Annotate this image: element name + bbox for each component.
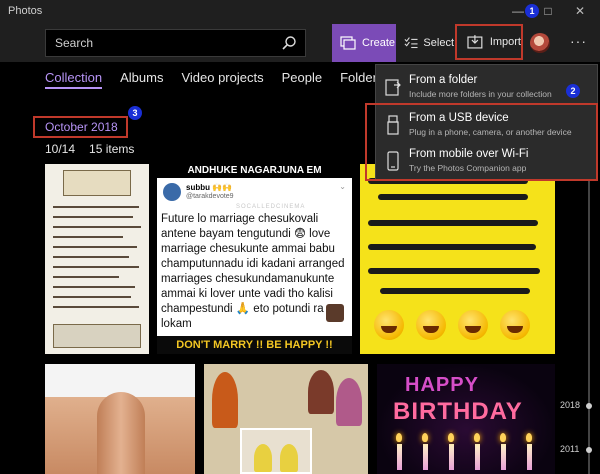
- annotation-badge-1: 1: [525, 4, 539, 18]
- group-date-short: 10/14: [45, 142, 76, 156]
- select-checklist-icon: [404, 37, 418, 49]
- create-button[interactable]: Create: [332, 24, 396, 62]
- search-box[interactable]: [45, 29, 306, 57]
- tweet-thumbnail: [326, 304, 344, 322]
- text-line: [53, 246, 137, 248]
- app-title: Photos: [8, 5, 43, 17]
- tweet-avatar: [163, 183, 181, 201]
- text-line: [368, 268, 540, 274]
- timeline-marker[interactable]: [586, 447, 592, 453]
- text-line: [368, 244, 536, 250]
- candle: [423, 444, 428, 470]
- annotation-highlight-box: [365, 103, 598, 181]
- timeline-year-2018[interactable]: 2018: [560, 400, 580, 410]
- text-line: [53, 226, 141, 228]
- candle-flame: [422, 433, 428, 442]
- import-label: Import: [489, 36, 521, 48]
- clipping-footer: [53, 324, 141, 348]
- text-line: [53, 216, 133, 218]
- group-item-count: 15 items: [89, 142, 135, 156]
- timeline-marker[interactable]: [586, 403, 592, 409]
- laughing-emoji-icon: [458, 310, 488, 340]
- avatar[interactable]: [530, 33, 550, 53]
- close-button[interactable]: ✕: [570, 2, 590, 20]
- person-figure: [212, 372, 238, 428]
- create-label: Create: [362, 37, 396, 49]
- candle: [397, 444, 402, 470]
- tab-video-projects[interactable]: Video projects: [181, 70, 263, 89]
- create-icon: [340, 36, 356, 50]
- folder-import-icon: [385, 79, 401, 96]
- tweet-watermark: SOCALLEDCINEMA: [236, 204, 306, 210]
- tweet-handle: @tarakdevote9: [186, 193, 234, 200]
- candle: [527, 444, 532, 470]
- tab-people[interactable]: People: [282, 70, 322, 89]
- candle-flame: [500, 433, 506, 442]
- text-line: [53, 306, 139, 308]
- text-line: [53, 256, 129, 258]
- photo-family-collage[interactable]: [204, 364, 368, 474]
- tab-collection[interactable]: Collection: [45, 70, 103, 89]
- birthday-text-happy: HAPPY: [405, 374, 479, 396]
- candle: [475, 444, 480, 470]
- candle-flame: [396, 433, 402, 442]
- candle-flame: [474, 433, 480, 442]
- clipping-header: [63, 170, 131, 196]
- tweet-footer-caption: DON'T MARRY !! BE HAPPY !!: [157, 336, 352, 354]
- text-line: [53, 236, 123, 238]
- timeline-year-2011[interactable]: 2011: [560, 444, 579, 454]
- chevron-down-icon: ⌄: [339, 182, 346, 191]
- person-figure: [308, 370, 334, 414]
- select-label: Select: [423, 37, 454, 49]
- candle: [501, 444, 506, 470]
- photo-tweet-screenshot[interactable]: ANDHUKE NAGARJUNA EM CHEPPARANTE subbu 🙌…: [157, 164, 352, 354]
- import-button[interactable]: Import: [455, 24, 523, 60]
- tweet-body: Future lo marriage chesukovali antene ba…: [161, 213, 345, 330]
- candle-flame: [526, 433, 532, 442]
- select-button[interactable]: Select: [402, 24, 454, 62]
- more-options-button[interactable]: ···: [570, 34, 590, 52]
- annotation-badge-3: 3: [128, 106, 142, 120]
- candle-flame: [448, 433, 454, 442]
- text-line: [53, 286, 135, 288]
- group-subheading: 10/14 15 items: [45, 142, 134, 156]
- search-input[interactable]: [46, 30, 276, 56]
- photo-newspaper-clipping[interactable]: [45, 164, 149, 354]
- laughing-emoji-icon: [374, 310, 404, 340]
- top-toolbar: Create Select Import ···: [0, 24, 600, 62]
- search-icon[interactable]: [281, 35, 297, 51]
- tweet-name: subbu 🙌🙌: [186, 183, 233, 192]
- menu-item-title: From a folder: [409, 74, 478, 86]
- birthday-text-birthday: BIRTHDAY: [393, 398, 523, 425]
- import-icon: [467, 35, 483, 49]
- child-figure: [280, 444, 298, 472]
- tab-albums[interactable]: Albums: [120, 70, 163, 89]
- candle: [449, 444, 454, 470]
- text-line: [53, 266, 139, 268]
- photo-portrait-neck[interactable]: [45, 364, 195, 474]
- laughing-emoji-icon: [416, 310, 446, 340]
- date-group-heading[interactable]: October 2018: [33, 116, 128, 138]
- nav-tabs: Collection Albums Video projects People …: [45, 70, 383, 89]
- laughing-emoji-icon: [500, 310, 530, 340]
- text-line: [53, 206, 139, 208]
- portrait-figure: [97, 392, 145, 474]
- photo-telugu-meme[interactable]: [360, 164, 555, 354]
- inset-photo: [240, 428, 312, 474]
- annotation-badge-2: 2: [566, 84, 580, 98]
- text-line: [378, 194, 528, 200]
- text-line: [53, 276, 119, 278]
- tweet-banner: ANDHUKE NAGARJUNA EM CHEPPARANTE: [157, 164, 352, 190]
- person-figure: [336, 378, 362, 426]
- text-line: [368, 220, 538, 226]
- child-figure: [254, 444, 272, 472]
- text-line: [53, 296, 131, 298]
- photo-happy-birthday[interactable]: HAPPY BIRTHDAY: [377, 364, 555, 474]
- text-line: [380, 288, 530, 294]
- menu-item-from-folder[interactable]: From a folder Include more folders in yo…: [376, 69, 599, 105]
- title-bar: Photos — □ ✕: [0, 0, 600, 24]
- menu-item-subtitle: Include more folders in your collection: [409, 89, 552, 99]
- restore-button[interactable]: □: [538, 2, 558, 20]
